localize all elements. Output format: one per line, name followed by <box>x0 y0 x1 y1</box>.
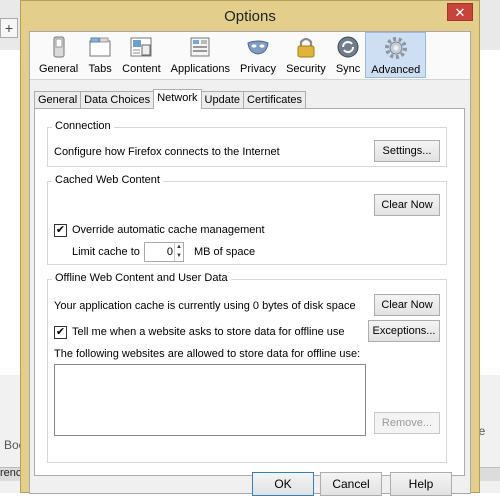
toolbar-item-tabs[interactable]: Tabs <box>83 32 117 78</box>
toolbar-item-label: Advanced <box>371 64 421 76</box>
toolbar-item-label: General <box>39 63 79 75</box>
help-button[interactable]: Help <box>390 472 452 496</box>
applications-icon <box>188 35 212 59</box>
tab-general[interactable]: General <box>34 91 82 108</box>
toolbar-item-applications[interactable]: Applications <box>166 32 235 78</box>
title-bar[interactable]: Options ✕ <box>21 1 479 31</box>
options-client: General Tabs Content Applications Privac… <box>29 31 471 496</box>
connection-group-title: Connection <box>52 120 114 132</box>
ok-button[interactable]: OK <box>252 472 314 496</box>
limit-cache-label: Limit cache to <box>72 246 140 258</box>
offline-sites-list[interactable] <box>54 364 366 436</box>
tell-me-label: Tell me when a website asks to store dat… <box>72 326 345 338</box>
toolbar-item-label: Privacy <box>240 63 277 75</box>
override-cache-checkbox[interactable]: ✔ <box>54 224 67 237</box>
tab-update[interactable]: Update <box>200 91 245 108</box>
offline-group-title: Offline Web Content and User Data <box>52 272 231 284</box>
network-panel: Connection Configure how Firefox connect… <box>34 108 465 476</box>
toolbar-item-label: Content <box>122 63 161 75</box>
toolbar-item-privacy[interactable]: Privacy <box>235 32 281 78</box>
toolbar-item-label: Sync <box>335 63 361 75</box>
offline-usage-text: Your application cache is currently usin… <box>54 300 356 312</box>
window-title: Options <box>224 8 276 25</box>
tab-network[interactable]: Network <box>153 89 202 109</box>
cache-group-title: Cached Web Content <box>52 174 163 186</box>
close-button[interactable]: ✕ <box>447 3 473 21</box>
close-icon: ✕ <box>454 5 466 20</box>
cache-limit-value: 0 <box>166 246 173 258</box>
toolbar-item-label: Tabs <box>88 63 112 75</box>
cache-limit-unit: MB of space <box>194 246 256 258</box>
connection-group: Connection Configure how Firefox connect… <box>47 120 447 167</box>
tabs-icon <box>88 35 112 59</box>
toolbar-item-label: Applications <box>170 63 230 75</box>
offline-group: Offline Web Content and User Data Your a… <box>47 272 447 463</box>
toolbar-item-content[interactable]: Content <box>117 32 166 78</box>
sync-icon <box>336 35 360 59</box>
general-switch-icon <box>47 35 71 59</box>
cancel-button[interactable]: Cancel <box>320 472 382 496</box>
content-icon <box>129 35 153 59</box>
remove-button[interactable]: Remove... <box>374 412 440 434</box>
toolbar-item-advanced[interactable]: Advanced <box>365 32 427 78</box>
connection-settings-button[interactable]: Settings... <box>374 140 440 162</box>
toolbar-item-sync[interactable]: Sync <box>331 32 365 78</box>
offline-clear-now-button[interactable]: Clear Now <box>374 294 440 316</box>
advanced-tabs: General Data Choices Network Update Cert… <box>34 89 307 109</box>
stepper-arrows-icon[interactable]: ▲ ▼ <box>174 243 183 261</box>
security-lock-icon <box>294 35 318 59</box>
privacy-mask-icon <box>246 35 270 59</box>
cache-group: Cached Web Content Clear Now ✔ Override … <box>47 174 447 265</box>
toolbar-item-label: Security <box>286 63 326 75</box>
connection-description: Configure how Firefox connects to the In… <box>54 146 280 158</box>
tab-data-choices[interactable]: Data Choices <box>80 91 155 108</box>
new-tab-button[interactable]: + <box>0 18 18 38</box>
cache-limit-stepper[interactable]: 0 ▲ ▼ <box>144 242 184 262</box>
cache-clear-now-button[interactable]: Clear Now <box>374 194 440 216</box>
toolbar-item-security[interactable]: Security <box>281 32 331 78</box>
exceptions-button[interactable]: Exceptions... <box>368 320 440 342</box>
category-toolbar: General Tabs Content Applications Privac… <box>30 32 470 80</box>
browser-text-fragment: renc <box>0 467 22 479</box>
tab-certificates[interactable]: Certificates <box>243 91 307 108</box>
override-cache-label: Override automatic cache management <box>72 224 265 236</box>
toolbar-item-general[interactable]: General <box>34 32 83 78</box>
tell-me-checkbox[interactable]: ✔ <box>54 326 67 339</box>
advanced-gear-icon <box>384 36 408 60</box>
options-window: Options ✕ General Tabs Content Applicati… <box>20 0 480 496</box>
offline-list-label: The following websites are allowed to st… <box>54 348 361 360</box>
